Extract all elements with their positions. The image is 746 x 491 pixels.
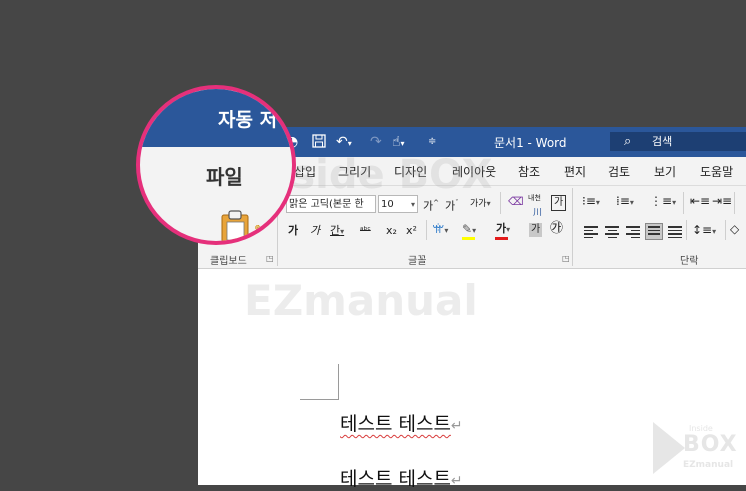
clipboard-group-label: 클립보드 xyxy=(210,256,247,267)
tab-references[interactable]: 참조 xyxy=(518,163,540,180)
paragraph-mark: ↵ xyxy=(450,473,463,489)
line-spacing-icon[interactable]: ↕≡▾ xyxy=(692,223,716,239)
shading-icon[interactable]: ◇ xyxy=(730,222,739,236)
grow-font-label: 가 xyxy=(423,199,434,213)
font-color-button[interactable]: 가▾ xyxy=(496,222,510,237)
phonetic-guide-sub: 川 xyxy=(533,208,543,218)
magnifier-circle: 자동 저 파일 ✎ xyxy=(136,85,296,245)
undo-icon[interactable]: ↶▾ xyxy=(336,134,352,152)
logo-text-2: BOX xyxy=(683,432,738,457)
align-center-icon[interactable] xyxy=(605,226,619,238)
change-case-button[interactable]: 가가▾ xyxy=(470,197,491,211)
crop-mark-vertical xyxy=(338,364,339,400)
font-name-value: 맑은 고딕(본문 한 xyxy=(289,199,364,210)
search-box[interactable]: ⌕ 검색 xyxy=(610,132,746,151)
tab-help[interactable]: 도움말 xyxy=(700,163,733,180)
redo-icon[interactable]: ↷ xyxy=(370,134,382,150)
divider xyxy=(725,220,726,240)
paste-icon[interactable] xyxy=(220,209,250,243)
touch-mode-icon[interactable]: ☝▾ xyxy=(392,134,405,152)
superscript-button[interactable]: x² xyxy=(406,224,417,238)
align-right-icon[interactable] xyxy=(626,226,640,238)
format-painter-icon[interactable]: ✎ xyxy=(254,223,266,239)
search-icon: ⌕ xyxy=(624,134,632,149)
divider xyxy=(426,220,427,240)
underline-label: 간 xyxy=(330,224,341,237)
text-effects-icon[interactable]: ꕍ▾ xyxy=(432,222,448,238)
save-icon[interactable] xyxy=(312,134,326,152)
shrink-font-label: 가 xyxy=(445,199,456,213)
paragraph-mark: ↵ xyxy=(450,418,463,434)
group-divider xyxy=(572,188,573,266)
search-label: 검색 xyxy=(652,135,673,148)
multilevel-list-icon[interactable]: ⋮≡▾ xyxy=(650,194,676,210)
font-size-value: 10 xyxy=(381,199,394,210)
tab-review[interactable]: 검토 xyxy=(608,163,630,180)
decrease-indent-icon[interactable]: ⇤≡ xyxy=(690,194,710,208)
magnifier-title: 자동 저 xyxy=(218,109,278,131)
italic-button[interactable]: 가 xyxy=(310,224,320,238)
font-launcher-icon[interactable]: ◳ xyxy=(562,254,570,263)
logo: Inside BOX EZmanual xyxy=(653,422,737,474)
logo-triangle xyxy=(653,422,685,474)
underline-button[interactable]: 간▾ xyxy=(330,224,344,239)
highlight-button[interactable]: ✎▾ xyxy=(462,222,476,238)
enclosed-char-button[interactable]: ㉮ xyxy=(550,222,563,236)
tab-mailings[interactable]: 편지 xyxy=(564,163,586,180)
highlight-color-swatch xyxy=(462,237,475,240)
shrink-font-button[interactable]: 가ˇ xyxy=(445,196,459,214)
increase-indent-icon[interactable]: ⇥≡ xyxy=(712,194,732,208)
char-border-button[interactable]: 가 xyxy=(551,195,567,211)
tab-view[interactable]: 보기 xyxy=(654,163,676,180)
change-case-label: 가가 xyxy=(470,199,487,209)
align-left-icon[interactable] xyxy=(584,226,598,238)
font-color-label: 가 xyxy=(496,222,507,235)
logo-text-3: EZmanual xyxy=(683,460,734,470)
numbering-icon[interactable]: ⁞≡▾ xyxy=(616,194,634,210)
clear-format-icon[interactable]: ⌫ xyxy=(508,195,524,209)
divider xyxy=(686,220,687,240)
strikethrough-button[interactable]: ᵃᵇᶜ xyxy=(360,224,371,238)
document-title: 문서1 - Word xyxy=(494,136,567,150)
font-color-swatch xyxy=(495,237,508,240)
bold-button[interactable]: 가 xyxy=(288,224,298,238)
tab-file[interactable]: 파일 xyxy=(206,161,243,190)
clipboard-launcher-icon[interactable]: ◳ xyxy=(266,254,274,263)
justify-icon[interactable] xyxy=(645,223,663,240)
customize-qat-icon[interactable]: ≑ xyxy=(428,134,436,150)
divider xyxy=(734,192,735,214)
magnifier-title-area: 자동 저 xyxy=(140,89,292,147)
distributed-icon[interactable] xyxy=(668,226,682,238)
paragraph-group-label: 단락 xyxy=(680,256,699,267)
document-line-text: 테스트 테스트 xyxy=(340,413,451,435)
divider xyxy=(683,192,684,214)
char-shading-button[interactable]: 가 xyxy=(529,223,543,237)
bullets-icon[interactable]: ⁝≡▾ xyxy=(582,194,600,210)
grow-font-button[interactable]: 가^ xyxy=(423,196,439,214)
document-line[interactable]: 테스트 테스트↵ xyxy=(340,464,463,491)
phonetic-guide-label: 내천 xyxy=(528,194,541,202)
crop-mark-horizontal xyxy=(300,399,338,400)
phonetic-guide-button[interactable]: 내천 川 xyxy=(528,191,542,220)
document-line[interactable]: 테스트 테스트↵ xyxy=(340,409,463,436)
subscript-button[interactable]: x₂ xyxy=(386,224,397,238)
font-group-label: 글꼴 xyxy=(408,256,427,267)
watermark-line2: EZmanual xyxy=(244,276,478,325)
document-line-text: 테스트 테스트 xyxy=(340,468,451,490)
divider xyxy=(500,192,501,214)
